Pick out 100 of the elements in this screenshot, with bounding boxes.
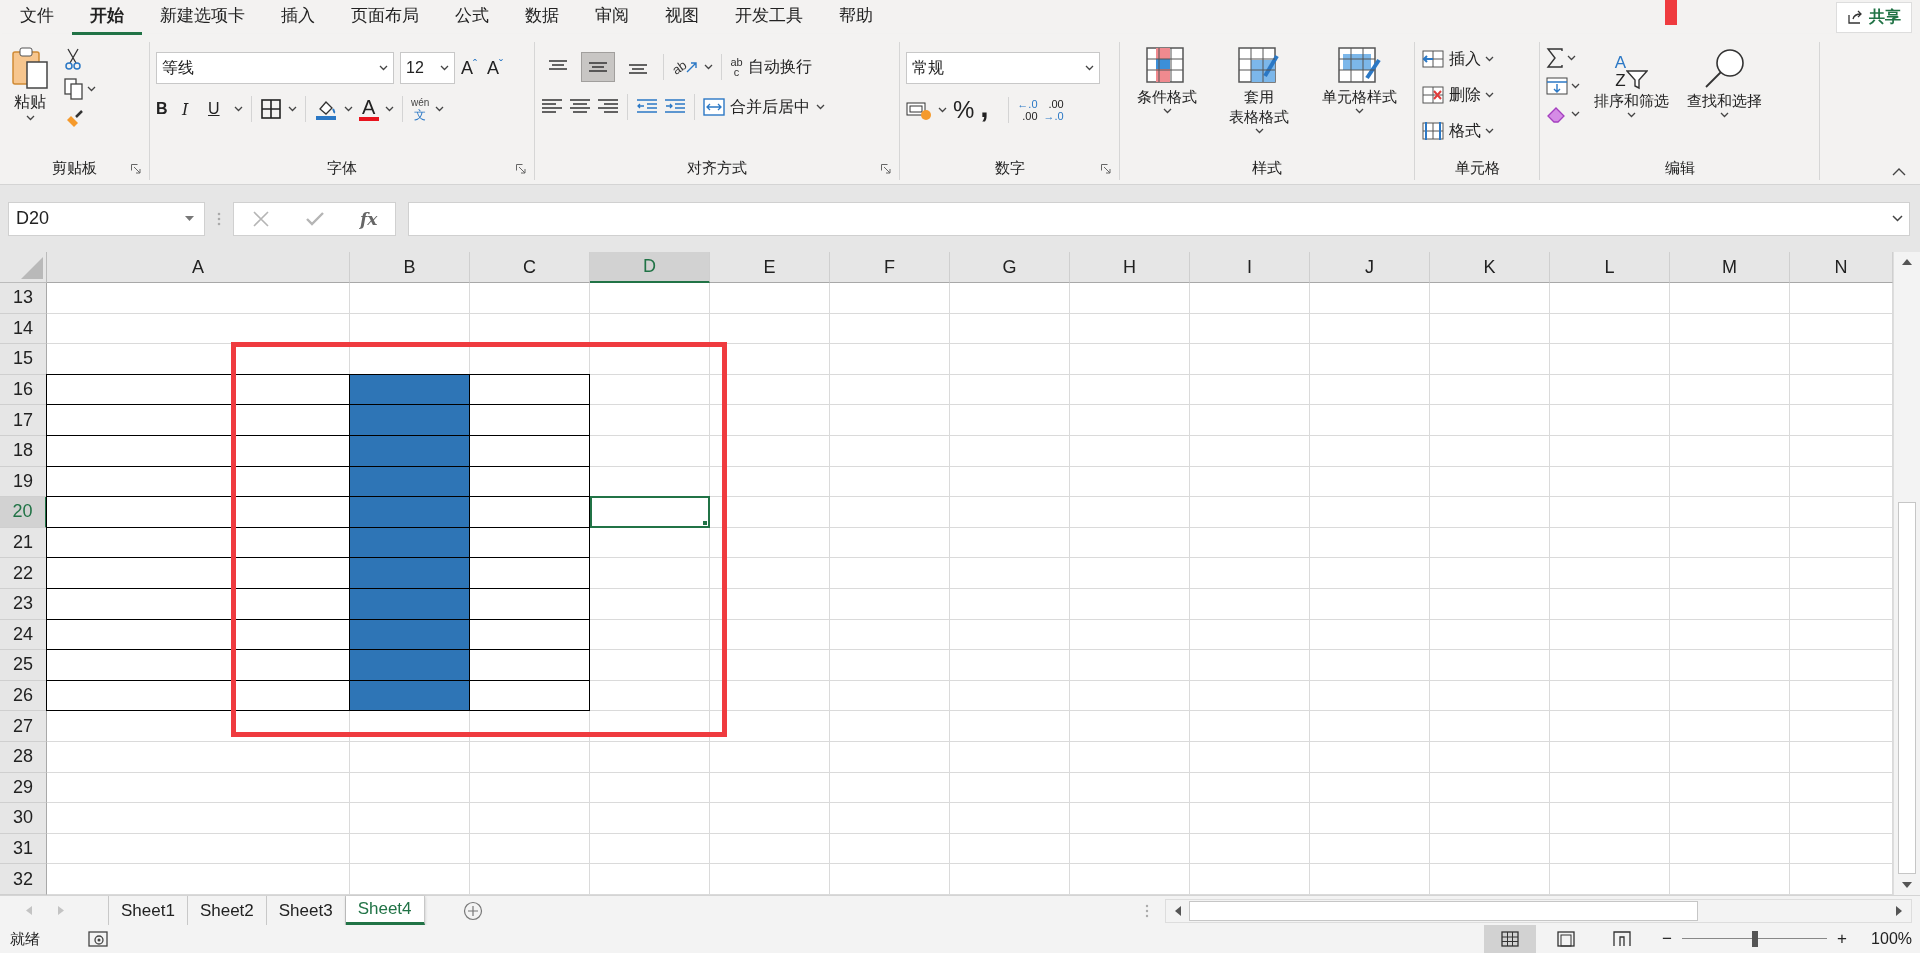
vertical-align-button[interactable] <box>581 52 615 82</box>
active-cell[interactable] <box>590 496 710 528</box>
cells-button[interactable]: 格式 <box>1421 116 1494 146</box>
column-header[interactable]: L <box>1550 252 1670 283</box>
scroll-right-icon[interactable] <box>1896 905 1903 916</box>
row-header[interactable]: 14 <box>0 313 47 345</box>
zoom-out-button[interactable]: − <box>1658 929 1677 949</box>
sum-icon[interactable] <box>1546 48 1564 68</box>
paste-button[interactable]: 粘贴 <box>6 44 54 123</box>
column-header[interactable]: B <box>350 252 470 283</box>
column-header[interactable]: J <box>1310 252 1430 283</box>
style-button[interactable]: 套用 表格格式 <box>1225 44 1294 136</box>
increase-decimal-button[interactable]: ←.0 .00 <box>1017 98 1038 122</box>
drag-handle-icon[interactable] <box>1145 903 1149 918</box>
row-header[interactable]: 29 <box>0 772 47 804</box>
column-header[interactable]: N <box>1790 252 1893 283</box>
ribbon-tab[interactable]: 开发工具 <box>717 0 821 35</box>
cells-button[interactable]: 插入 <box>1421 44 1494 74</box>
row-header[interactable]: 25 <box>0 650 47 681</box>
add-sheet-icon[interactable] <box>462 900 483 921</box>
insert-function-button[interactable]: fx <box>359 208 378 229</box>
column-header[interactable]: D <box>590 252 710 283</box>
column-header[interactable]: C <box>470 252 590 283</box>
borders-icon[interactable] <box>260 98 282 120</box>
row-header[interactable]: 28 <box>0 741 47 773</box>
dialog-launcher-icon[interactable] <box>881 164 891 174</box>
horizontal-scrollbar[interactable] <box>1165 898 1912 923</box>
column-header[interactable]: F <box>830 252 950 283</box>
underline-button[interactable]: U <box>208 100 228 118</box>
drag-handle-icon[interactable] <box>217 211 221 226</box>
row-header[interactable]: 30 <box>0 803 47 834</box>
dialog-launcher-icon[interactable] <box>1101 164 1111 174</box>
italic-button[interactable]: I <box>182 99 202 119</box>
style-button[interactable]: 单元格样式 <box>1317 44 1401 116</box>
column-header[interactable]: I <box>1190 252 1310 283</box>
view-button[interactable] <box>1484 925 1537 953</box>
number-format-dropdown[interactable]: 常规 <box>906 52 1100 84</box>
zoom-in-button[interactable]: + <box>1833 929 1852 949</box>
phonetic-button[interactable]: wén 文 <box>411 97 430 121</box>
column-header[interactable]: G <box>950 252 1070 283</box>
ribbon-tab[interactable]: 数据 <box>507 0 577 35</box>
font-size-dropdown[interactable]: 12 <box>400 52 455 84</box>
ribbon-tab[interactable]: 公式 <box>437 0 507 35</box>
align-left-icon[interactable] <box>541 98 563 116</box>
shrink-font-button[interactable]: A$^{ˇ}$ <box>487 57 507 79</box>
accounting-format-icon[interactable] <box>906 99 932 121</box>
align-right-icon[interactable] <box>597 98 619 116</box>
collapse-ribbon-icon[interactable] <box>1892 167 1906 176</box>
font-family-dropdown[interactable]: 等线 <box>156 52 394 84</box>
row-header[interactable]: 27 <box>0 711 47 742</box>
scrollbar-thumb[interactable] <box>1898 502 1916 874</box>
find-select-button[interactable]: 查找和选择 <box>1683 44 1766 120</box>
row-header[interactable]: 13 <box>0 283 47 314</box>
grow-font-button[interactable]: A$^{ˆ}$ <box>461 57 481 79</box>
decrease-decimal-button[interactable]: .00 →.0 <box>1043 98 1064 122</box>
row-header[interactable]: 32 <box>0 864 47 895</box>
column-header[interactable]: M <box>1670 252 1790 283</box>
row-header[interactable]: 15 <box>0 344 47 375</box>
fill-down-icon[interactable] <box>1546 76 1568 96</box>
scroll-up-icon[interactable] <box>1902 258 1912 265</box>
comma-style-button[interactable]: , <box>980 97 1001 123</box>
ribbon-tab[interactable]: 新建选项卡 <box>142 0 263 35</box>
row-header[interactable]: 20 <box>0 497 47 528</box>
ribbon-tab[interactable]: 页面布局 <box>333 0 437 35</box>
scroll-left-icon[interactable] <box>1174 905 1181 916</box>
ribbon-tab[interactable]: 开始 <box>72 0 142 35</box>
share-button[interactable]: 共享 <box>1836 1 1912 33</box>
dialog-launcher-icon[interactable] <box>516 164 526 174</box>
orientation-button[interactable]: ab <box>672 59 699 75</box>
column-header[interactable]: A <box>47 252 350 283</box>
row-header[interactable]: 31 <box>0 833 47 865</box>
name-box[interactable]: D20 <box>8 201 205 236</box>
decrease-indent-icon[interactable] <box>636 98 658 116</box>
font-color-button[interactable]: A <box>359 97 379 121</box>
ribbon-tab[interactable]: 帮助 <box>821 0 891 35</box>
column-header[interactable]: E <box>710 252 830 283</box>
bold-button[interactable]: B <box>156 100 176 118</box>
ribbon-tab[interactable]: 插入 <box>263 0 333 35</box>
scissors-icon[interactable] <box>64 48 82 70</box>
style-button[interactable]: 条件格式 <box>1133 44 1202 116</box>
row-header[interactable]: 22 <box>0 558 47 589</box>
sort-filter-button[interactable]: A Z 排序和筛选 <box>1590 44 1673 120</box>
macro-record-icon[interactable] <box>88 931 108 947</box>
merge-center-button[interactable]: 合并后居中 <box>703 96 810 118</box>
ribbon-tab[interactable]: 视图 <box>647 0 717 35</box>
column-header[interactable]: H <box>1070 252 1190 283</box>
ribbon-tab[interactable]: 文件 <box>20 0 72 35</box>
increase-indent-icon[interactable] <box>664 98 686 116</box>
cells-button[interactable]: 删除 <box>1421 80 1494 110</box>
column-header[interactable]: K <box>1430 252 1550 283</box>
sheet-tab[interactable]: Sheet4 <box>345 896 425 925</box>
percent-button[interactable]: % <box>953 96 975 124</box>
row-header[interactable]: 17 <box>0 405 47 436</box>
ribbon-tab[interactable]: 审阅 <box>577 0 647 35</box>
formula-input[interactable] <box>408 201 1910 236</box>
scroll-down-icon[interactable] <box>1902 882 1912 889</box>
slider-thumb[interactable] <box>1751 931 1758 947</box>
dialog-launcher-icon[interactable] <box>131 164 141 174</box>
align-center-icon[interactable] <box>569 98 591 116</box>
zoom-level[interactable]: 100% <box>1871 930 1912 948</box>
